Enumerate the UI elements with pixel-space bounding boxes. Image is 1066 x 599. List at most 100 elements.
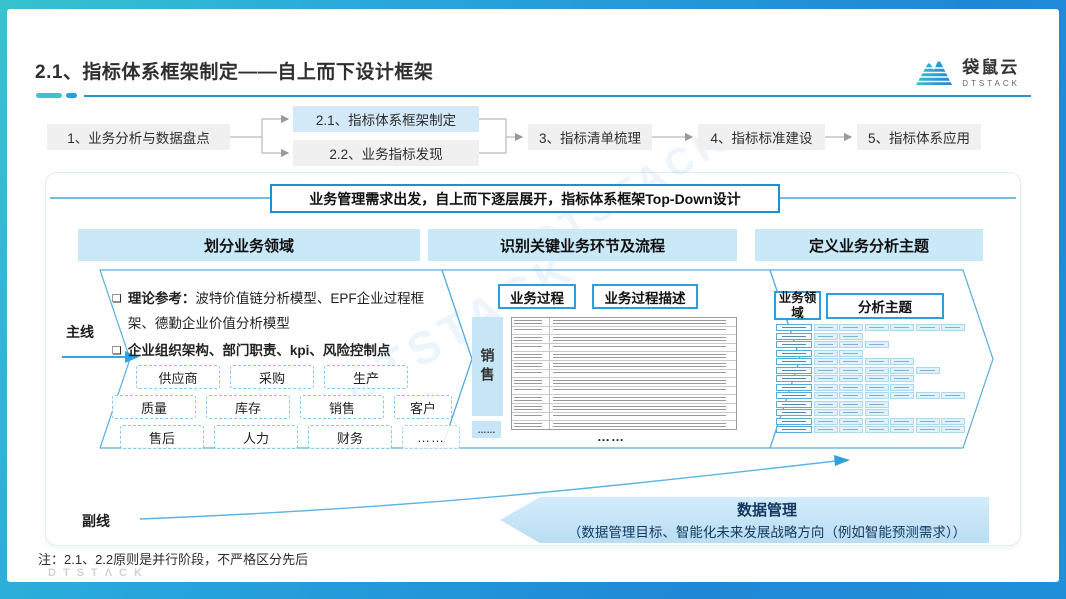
topic-cell [865, 324, 889, 331]
topic-cell [839, 333, 863, 340]
business-domain-box: 供应商 [136, 365, 220, 389]
process-name-cell [512, 352, 550, 360]
process-table-row [512, 370, 736, 379]
flow-step-3: 3、指标清单梳理 [528, 124, 652, 150]
topic-cell [865, 367, 889, 374]
theory-bullets: ❑ 理论参考：波特价值链分析模型、EPF企业过程框架、德勤企业价值分析模型 ❑ … [112, 287, 444, 366]
topic-cell [890, 426, 914, 433]
bullet-label: 理论参考： [128, 291, 196, 306]
process-table-row [512, 361, 736, 370]
bullet-theory-reference: ❑ 理论参考：波特价值链分析模型、EPF企业过程框架、德勤企业价值分析模型 [112, 287, 444, 337]
process-table-row [512, 335, 736, 344]
topic-cell [814, 409, 838, 416]
domain-label-cell [776, 426, 812, 433]
process-name-cell [512, 395, 550, 403]
analysis-topic-header-box: 分析主题 [826, 293, 944, 319]
topic-cell [814, 350, 838, 357]
subline-label: 副线 [82, 511, 110, 531]
square-bullet-icon: ❑ [112, 341, 122, 366]
topic-cell [865, 409, 889, 416]
footnote: 注：2.1、2.2原则是并行阶段，不严格区分先后 [38, 549, 308, 568]
topic-cell [814, 358, 838, 365]
business-process-header-box: 业务过程 [498, 284, 576, 309]
topic-cell [814, 375, 838, 382]
topic-cell [865, 375, 889, 382]
process-table-row [512, 387, 736, 396]
process-name-cell [512, 378, 550, 386]
business-domain-box: 售后 [120, 425, 204, 449]
process-description-cell [550, 387, 736, 395]
topic-grid-row [776, 392, 966, 399]
title-accent-blue [66, 93, 77, 98]
domain-label-cell [776, 341, 812, 348]
topic-cell [839, 367, 863, 374]
mainline-label: 主线 [66, 322, 94, 342]
title-underline [84, 95, 1031, 97]
logo-subtext: DTSTACK [962, 79, 1020, 88]
business-domain-box: 客户 [394, 395, 452, 419]
title-accent-teal [36, 93, 62, 98]
business-domain-header-box: 业务领域 [774, 291, 821, 320]
topic-cell [814, 401, 838, 408]
topic-cell [941, 324, 965, 331]
topic-cell [916, 426, 940, 433]
topic-grid-row [776, 401, 966, 408]
topic-cell [890, 324, 914, 331]
process-table-row [512, 352, 736, 361]
domain-label-cell [776, 350, 812, 357]
topic-cell [865, 401, 889, 408]
topic-cell [814, 333, 838, 340]
process-table-row [512, 421, 736, 429]
data-management-arrow: 数据管理 （数据管理目标、智能化未来发展战略方向（例如智能预测需求）） [500, 497, 989, 543]
page-title: 2.1、指标体系框架制定——自上而下设计框架 [35, 57, 433, 84]
topic-cell [839, 350, 863, 357]
topic-cell [814, 392, 838, 399]
topic-cell [814, 341, 838, 348]
topic-cell [890, 418, 914, 425]
process-name-cell [512, 421, 550, 429]
domain-boxes-row-3: 售后人力财务…… [120, 425, 460, 449]
topic-cell [916, 324, 940, 331]
topic-cell [941, 418, 965, 425]
flow-step-2-1-highlighted: 2.1、指标体系框架制定 [293, 106, 479, 132]
analysis-topic-grid [776, 324, 966, 433]
process-table-row [512, 327, 736, 336]
process-table-row [512, 318, 736, 327]
topic-cell [814, 426, 838, 433]
process-description-cell [550, 404, 736, 412]
process-table-row [512, 378, 736, 387]
topic-cell [814, 384, 838, 391]
topic-cell [839, 418, 863, 425]
process-description-cell [550, 413, 736, 421]
process-description-table [511, 317, 737, 430]
business-domain-box: 生产 [324, 365, 408, 389]
topic-cell [814, 418, 838, 425]
data-management-title: 数据管理 [737, 499, 797, 520]
process-table-row [512, 404, 736, 413]
topic-cell [814, 367, 838, 374]
domain-label-cell [776, 367, 812, 374]
topic-grid-row [776, 333, 966, 340]
domain-label-cell [776, 384, 812, 391]
process-name-cell [512, 335, 550, 343]
square-bullet-icon: ❑ [112, 289, 122, 339]
topic-cell [890, 392, 914, 399]
topic-cell [839, 375, 863, 382]
bullet-text: 理论参考：波特价值链分析模型、EPF企业过程框架、德勤企业价值分析模型 [128, 287, 444, 337]
more-processes-text: …… [597, 429, 625, 444]
domain-boxes-row-2: 质量库存销售客户 [112, 395, 452, 419]
topic-cell [865, 341, 889, 348]
dtstack-logo: 袋鼠云 DTSTACK [914, 58, 1020, 88]
topic-grid-row [776, 375, 966, 382]
domain-label-cell [776, 409, 812, 416]
topic-cell [865, 418, 889, 425]
domain-label-cell [776, 333, 812, 340]
process-description-cell [550, 395, 736, 403]
process-description-cell [550, 421, 736, 429]
process-name-cell [512, 387, 550, 395]
process-name-cell [512, 413, 550, 421]
topic-grid-row [776, 324, 966, 331]
business-domain-box: …… [402, 425, 460, 449]
domain-label-cell [776, 392, 812, 399]
bullet-org-structure: ❑ 企业组织架构、部门职责、kpi、风险控制点 [112, 339, 444, 364]
